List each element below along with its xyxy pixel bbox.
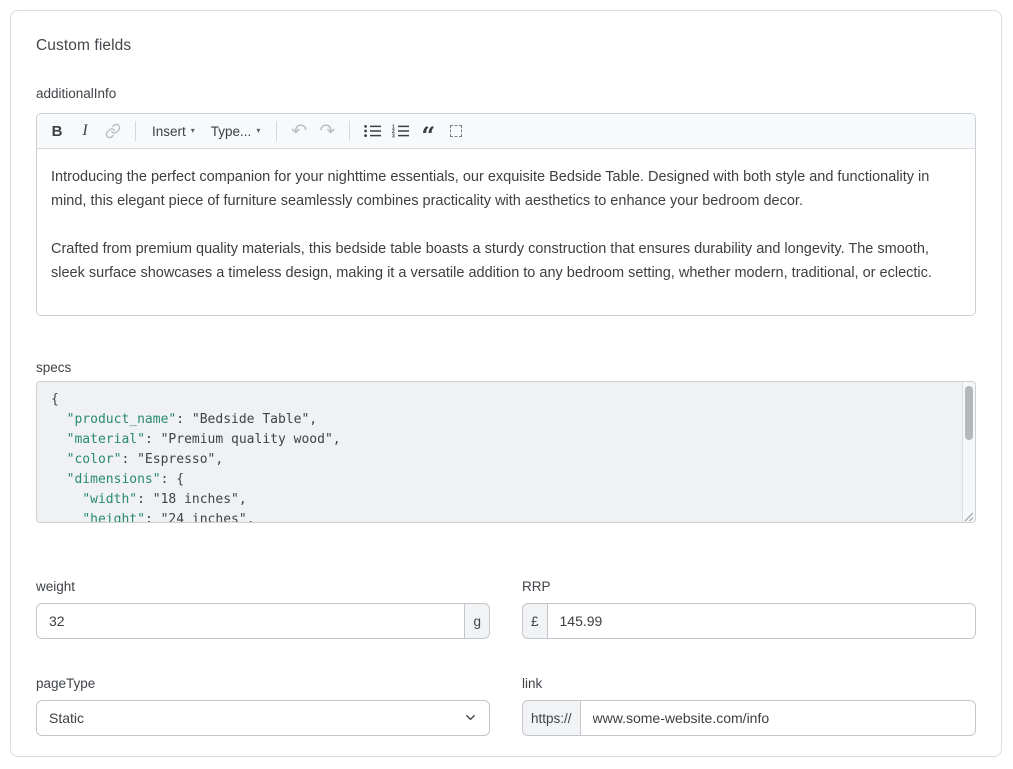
bullet-list-button[interactable]: [358, 117, 386, 145]
blockquote-icon: “: [421, 131, 435, 141]
type-dropdown-label: Type...: [211, 124, 252, 139]
link-input-group: https://: [522, 700, 976, 736]
container-button[interactable]: [442, 117, 470, 145]
weight-label: weight: [36, 579, 490, 594]
caret-down-icon: ▾: [256, 127, 260, 135]
weight-input[interactable]: [36, 603, 465, 639]
rrp-field: RRP £: [522, 579, 976, 639]
specs-label: specs: [36, 360, 976, 375]
link-button[interactable]: [99, 117, 127, 145]
link-protocol-prefix: https://: [522, 700, 581, 736]
weight-unit-suffix: g: [464, 603, 490, 639]
page-type-select[interactable]: Static: [36, 700, 490, 736]
container-icon: [450, 125, 462, 137]
insert-dropdown[interactable]: Insert ▾: [144, 117, 203, 145]
page-type-select-wrap: Static: [36, 700, 490, 736]
link-icon: [105, 123, 121, 139]
toolbar-divider: [135, 121, 136, 141]
editor-paragraph: Crafted from premium quality materials, …: [51, 237, 961, 285]
weight-field: weight g: [36, 579, 490, 639]
type-dropdown[interactable]: Type... ▾: [203, 117, 269, 145]
additional-info-label: additionalInfo: [36, 86, 976, 101]
editor-paragraph: Introducing the perfect companion for yo…: [51, 165, 961, 213]
page-type-field: pageType Static: [36, 676, 490, 736]
ordered-list-button[interactable]: 123: [386, 117, 414, 145]
redo-button[interactable]: ↷: [313, 117, 341, 145]
caret-down-icon: ▾: [191, 127, 195, 135]
bold-button[interactable]: B: [43, 117, 71, 145]
svg-text:3: 3: [392, 134, 395, 138]
fields-row-pagetype-link: pageType Static link https://: [36, 676, 976, 736]
link-field: link https://: [522, 676, 976, 736]
undo-icon: ↶: [291, 122, 307, 141]
bullet-list-icon: [364, 124, 381, 138]
editor-toolbar: B I Insert ▾ Type... ▾ ↶ ↷: [37, 114, 975, 149]
editor-content[interactable]: Introducing the perfect companion for yo…: [37, 149, 975, 315]
link-input[interactable]: [580, 700, 976, 736]
rich-text-editor: B I Insert ▾ Type... ▾ ↶ ↷: [36, 113, 976, 316]
ordered-list-icon: 123: [392, 124, 409, 138]
italic-button[interactable]: I: [71, 117, 99, 145]
undo-button[interactable]: ↶: [285, 117, 313, 145]
insert-dropdown-label: Insert: [152, 124, 186, 139]
custom-fields-card: Custom fields additionalInfo B I Insert …: [10, 10, 1002, 757]
rrp-label: RRP: [522, 579, 976, 594]
rrp-input-group: £: [522, 603, 976, 639]
redo-icon: ↷: [319, 122, 335, 141]
scrollbar-thumb[interactable]: [965, 386, 973, 440]
scrollbar[interactable]: [962, 382, 975, 522]
specs-code: { "product_name": "Bedside Table", "mate…: [37, 382, 975, 523]
blockquote-button[interactable]: “: [414, 117, 442, 145]
resize-handle-icon[interactable]: [962, 509, 974, 521]
page-title: Custom fields: [36, 37, 976, 55]
toolbar-divider: [276, 121, 277, 141]
link-label: link: [522, 676, 976, 691]
rrp-input[interactable]: [547, 603, 976, 639]
toolbar-divider: [349, 121, 350, 141]
rrp-currency-prefix: £: [522, 603, 548, 639]
specs-code-editor[interactable]: { "product_name": "Bedside Table", "mate…: [36, 381, 976, 523]
fields-row-weight-rrp: weight g RRP £: [36, 579, 976, 639]
weight-input-group: g: [36, 603, 490, 639]
page-type-label: pageType: [36, 676, 490, 691]
